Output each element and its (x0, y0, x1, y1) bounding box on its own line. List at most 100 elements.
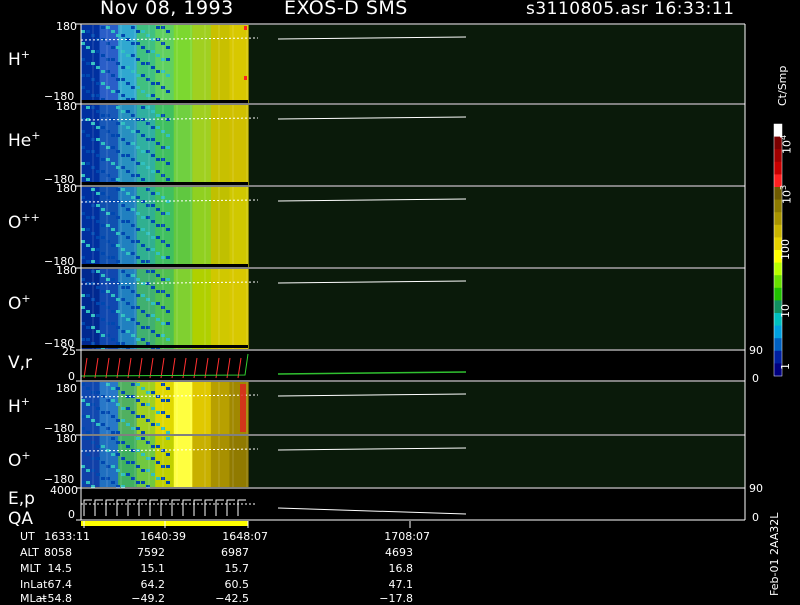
spectrogram-pixel (156, 477, 160, 480)
panel-label-vr: V,r (8, 353, 33, 373)
spectrogram-pixel (101, 290, 105, 293)
spectrogram-pixel (166, 212, 170, 215)
spectrogram-pixel (86, 326, 90, 329)
spectrogram-pixel (121, 66, 125, 69)
spectrogram-pixel (166, 310, 170, 313)
spectrogram-pixel (81, 427, 85, 430)
colorbar-segment (774, 212, 782, 226)
spectrogram-pixel (96, 286, 100, 289)
spectrogram-pixel (81, 256, 85, 259)
spectrogram-pixel (116, 46, 120, 49)
spectrogram-pixel (116, 419, 120, 422)
spectrogram-pixel (156, 208, 160, 211)
panel-label-ep: E,p (8, 489, 35, 509)
spectrogram-column (229, 25, 249, 103)
spectrogram-pixel (156, 461, 160, 464)
spectrogram-pixel (116, 260, 120, 263)
spectrogram-pixel (156, 290, 160, 293)
spectrogram-pixel (141, 90, 145, 93)
cell: 67.4 (47, 578, 73, 591)
spectrogram-pixel (126, 461, 130, 464)
spectrogram-pixel (136, 383, 140, 386)
spectrogram-pixel (81, 74, 85, 77)
colorbar-unit: Ct/Smp (776, 65, 789, 106)
spectrogram-pixel (116, 441, 120, 444)
spectrogram-pixel (81, 437, 85, 440)
spectrogram-pixel (141, 62, 145, 65)
spectrogram-pixel (131, 334, 135, 337)
spectrogram-pixel (136, 338, 140, 341)
colorbar-label-10: 10 (779, 304, 792, 318)
spectrogram-pixel (121, 314, 125, 317)
spectrogram-pixel (121, 419, 125, 422)
spectrogram-pixel (86, 30, 90, 33)
cell: 64.2 (140, 578, 166, 591)
spectrogram-pixel (111, 134, 115, 137)
spectrogram-pixel (126, 126, 130, 129)
spectrogram-pixel (166, 90, 170, 93)
spectrogram-pixel (136, 306, 140, 309)
spectrogram-column (155, 25, 175, 103)
spectrogram-pixel (96, 154, 100, 157)
footer-tag: Feb-01 2AA32L (768, 512, 781, 596)
tick-top: 25 (62, 345, 76, 358)
spectrogram-pixel (96, 66, 100, 69)
spectrogram-pixel (131, 477, 135, 480)
tick-top: 180 (56, 20, 77, 33)
spectrogram-pixel (156, 114, 160, 117)
spectrogram-pixel (81, 240, 85, 243)
spectrogram-pixel (131, 208, 135, 211)
spectrogram-pixel (81, 465, 85, 468)
spectrogram-pixel (126, 445, 130, 448)
spectrogram-pixel (166, 256, 170, 259)
spectrogram-pixel (96, 204, 100, 207)
spectrogram-pixel (116, 78, 120, 81)
spectrogram-pixel (121, 166, 125, 169)
spectrogram-pixel (111, 338, 115, 341)
spectrogram-pixel (151, 66, 155, 69)
spectrogram-pixel (111, 437, 115, 440)
spectrogram-pixel (121, 50, 125, 53)
panel-label-qa: QA (8, 509, 34, 529)
data-gap (81, 264, 248, 267)
spectrogram-pixel (116, 387, 120, 390)
spectrogram-pixel (131, 70, 135, 73)
cell: 4693 (385, 546, 413, 559)
spectrogram-pixel (141, 294, 145, 297)
spectrogram-pixel (121, 270, 125, 273)
spectrogram-pixel (111, 162, 115, 165)
spectrogram-pixel (121, 232, 125, 235)
spectrogram-pixel (136, 437, 140, 440)
spectrogram-pixel (141, 469, 145, 472)
spectrogram-pixel (116, 431, 120, 434)
cell: 6987 (221, 546, 249, 559)
spectrogram-pixel (141, 326, 145, 329)
spectrogram-pixel (81, 174, 85, 177)
spectrogram-pixel (136, 30, 140, 33)
spectrogram-pixel (141, 162, 145, 165)
spectrogram-pixel (86, 310, 90, 313)
spectrogram-pixel (136, 162, 140, 165)
spectrogram-pixel (101, 224, 105, 227)
spectrogram-pixel (121, 204, 125, 207)
right-tick-top: 90 (749, 482, 763, 495)
spectrogram-pixel (141, 437, 145, 440)
spectrogram-pixel (156, 318, 160, 321)
panel-label-h-plus-2: H+ (8, 395, 31, 417)
spectrogram-pixel (116, 178, 120, 181)
spectrogram-pixel (86, 178, 90, 181)
spectrogram-pixel (111, 256, 115, 259)
spectrogram-pixel (116, 403, 120, 406)
spectrogram-pixel (116, 453, 120, 456)
spectrogram-pixel (116, 310, 120, 313)
spectrogram-pixel (116, 342, 120, 345)
spectrogram-pixel (101, 170, 105, 173)
spectrogram-pixel (86, 216, 90, 219)
spectrogram-pixel (126, 407, 130, 410)
spectrogram-pixel (141, 178, 145, 181)
spectrogram-pixel (136, 278, 140, 281)
spectrogram-pixel (86, 387, 90, 390)
cell: 1640:39 (140, 530, 186, 543)
panel-label-o-plus-2: O+ (8, 449, 31, 471)
spectrogram-pixel (96, 220, 100, 223)
